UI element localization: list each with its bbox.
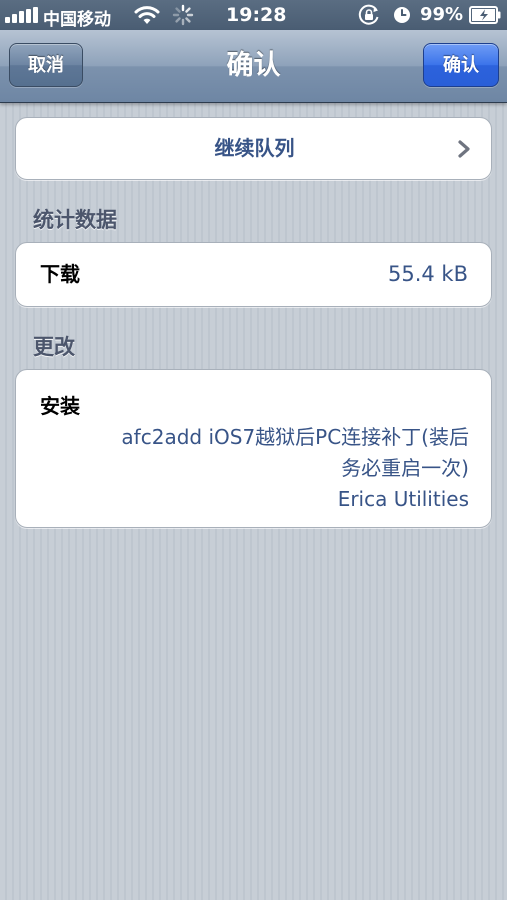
cancel-button[interactable]: 取消 xyxy=(9,43,83,87)
status-bar: 中国移动 19:28 99% xyxy=(0,0,507,30)
stats-section-header: 统计数据 xyxy=(33,208,117,232)
download-size-value: 55.4 kB xyxy=(387,262,468,286)
install-action-label: 安装 xyxy=(40,394,80,418)
download-label: 下载 xyxy=(40,262,80,286)
wifi-icon xyxy=(134,6,160,24)
confirm-button[interactable]: 确认 xyxy=(423,43,499,87)
carrier-name: 中国移动 xyxy=(43,10,111,30)
signal-bars-icon xyxy=(5,7,39,23)
continue-queue-cell[interactable]: 继续队列 xyxy=(15,117,492,180)
package-name-line1: afc2add iOS7越狱后PC连接补丁(装后 xyxy=(121,425,469,449)
changes-section-header: 更改 xyxy=(33,335,75,359)
download-size-cell: 下载 55.4 kB xyxy=(15,242,492,307)
navigation-bar: 确认 取消 确认 xyxy=(0,30,507,103)
alarm-icon xyxy=(394,7,410,23)
battery-percentage: 99% xyxy=(420,4,464,25)
spinner-icon xyxy=(172,4,194,26)
continue-queue-label: 继续队列 xyxy=(214,136,295,160)
chevron-right-icon xyxy=(458,140,470,158)
rotation-lock-icon xyxy=(358,4,379,25)
package-name-line2: 务必重启一次) xyxy=(341,456,469,480)
package-description: afc2add iOS7越狱后PC连接补丁(装后 务必重启一次) Erica U… xyxy=(40,422,469,515)
status-time: 19:28 xyxy=(226,4,287,26)
battery-icon xyxy=(469,6,501,24)
package-author: Erica Utilities xyxy=(337,487,469,511)
install-change-cell: 安装 afc2add iOS7越狱后PC连接补丁(装后 务必重启一次) Eric… xyxy=(15,369,492,528)
